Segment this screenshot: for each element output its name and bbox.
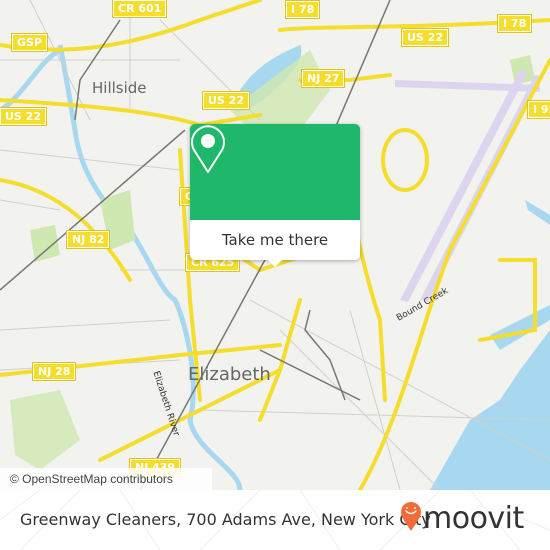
road-shield: I 95 bbox=[526, 100, 550, 119]
road-shield: NJ 82 bbox=[65, 230, 111, 249]
road-shield: NJ 27 bbox=[300, 69, 346, 88]
map-pin-icon bbox=[191, 125, 225, 173]
newark-bay-strip bbox=[525, 200, 550, 225]
road-shield: NJ 28 bbox=[31, 362, 77, 381]
rail-line bbox=[259, 349, 361, 401]
park-area bbox=[10, 390, 80, 470]
road-shield: US 22 bbox=[202, 91, 250, 110]
moovit-pin-icon bbox=[401, 502, 421, 531]
road-shield: GSP bbox=[10, 33, 49, 52]
airport-loop-road bbox=[381, 128, 429, 192]
take-me-there-popup[interactable]: Take me there bbox=[190, 124, 360, 267]
take-me-there-button[interactable]: Take me there bbox=[190, 220, 360, 260]
rail-line bbox=[0, 129, 186, 291]
bay-water bbox=[430, 330, 550, 490]
road-shield: CR 601 bbox=[111, 0, 168, 18]
popup-pointer bbox=[266, 258, 284, 267]
osm-attribution[interactable]: © OpenStreetMap contributors bbox=[0, 468, 212, 490]
footer-bar: Greenway Cleaners, 700 Adams Ave, New Yo… bbox=[0, 490, 550, 550]
moovit-wordmark: moovit bbox=[423, 501, 524, 536]
rail-line bbox=[304, 309, 346, 401]
place-label-elizabeth: Elizabeth bbox=[188, 364, 271, 385]
road-shield: I 78 bbox=[496, 14, 533, 33]
park-area bbox=[30, 225, 60, 262]
road-shield: I 78 bbox=[284, 0, 321, 19]
road-shield: US 22 bbox=[401, 28, 449, 47]
place-address: Greenway Cleaners, 700 Adams Ave, New Yo… bbox=[20, 510, 431, 529]
popup-header bbox=[190, 124, 360, 220]
moovit-logo[interactable]: moovit bbox=[400, 501, 524, 537]
map-view[interactable]: CR 601 I 78 GSP I 78 US 22 NJ 27 US 22 U… bbox=[0, 0, 550, 490]
road-shield: US 22 bbox=[0, 107, 47, 126]
airport-runway bbox=[400, 70, 528, 302]
place-label-hillside: Hillside bbox=[92, 79, 147, 97]
